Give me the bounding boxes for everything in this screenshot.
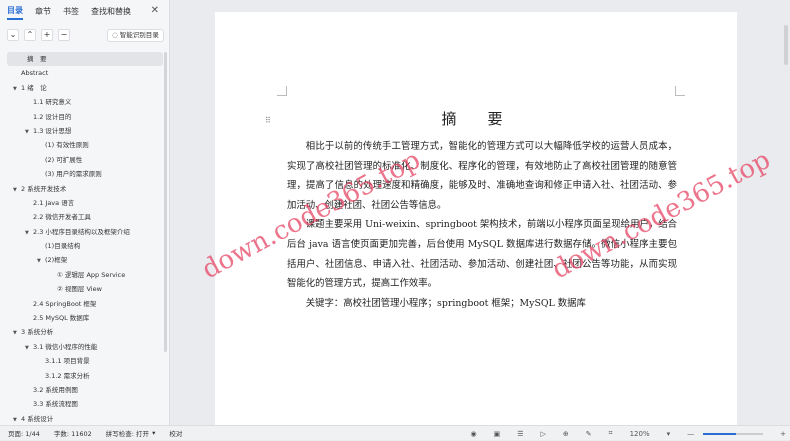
toc-item[interactable]: ▼ 2 系统开发技术 xyxy=(7,182,163,196)
toc-item-label: ① 逻辑层 App Service xyxy=(57,270,126,279)
smart-icon: ◌ xyxy=(112,31,120,39)
caret-down-icon[interactable]: ▼ xyxy=(25,125,33,139)
toc-item-label: 3.3 系统流程图 xyxy=(33,400,78,409)
toc-item-label: 3.1.1 项目背景 xyxy=(45,357,90,366)
caret-down-icon[interactable]: ▼ xyxy=(25,226,33,240)
toc-item[interactable]: ▼ 3 系统分析 xyxy=(7,325,163,339)
toc-item-label: 1.2 设计目的 xyxy=(33,112,72,121)
toc-item[interactable]: (3) 用户的需求原则 xyxy=(7,167,163,181)
toc-item-label: 2.1 Java 语言 xyxy=(33,198,75,207)
remove-button[interactable]: − xyxy=(58,29,70,41)
word-count[interactable]: 字数: 11602 xyxy=(54,428,92,438)
toc-item[interactable]: 2.2 微信开发者工具 xyxy=(7,210,163,224)
tab-find-replace[interactable]: 查找和替换 xyxy=(91,4,131,19)
keywords: 关键字：高校社团管理小程序；springboot 框架；MySQL 数据库 xyxy=(305,297,586,309)
sidebar-tabs: 目录 章节 书签 查找和替换 xyxy=(0,0,169,22)
page-view-icon[interactable]: ▣ xyxy=(494,430,501,438)
toc-item-label: (2)框架 xyxy=(45,256,68,265)
toc-item[interactable]: (2) 可扩展性 xyxy=(7,153,163,167)
outline-view-icon[interactable]: ☰ xyxy=(517,430,523,438)
toc-item[interactable]: 2.5 MySQL 数据库 xyxy=(7,311,163,325)
tab-toc[interactable]: 目录 xyxy=(7,3,23,20)
zoom-in-icon[interactable]: + xyxy=(780,430,786,438)
toc-item-label: 4 系统设计 xyxy=(21,414,54,423)
spell-check[interactable]: 拼写检查: 打开 xyxy=(106,428,149,438)
eye-icon[interactable]: ◉ xyxy=(470,430,476,438)
toc-item[interactable]: 3.2 系统用例图 xyxy=(7,383,163,397)
toc-item[interactable]: (1)目录结构 xyxy=(7,239,163,253)
canvas-gutter xyxy=(170,0,215,425)
toc-sidebar: 目录 章节 书签 查找和替换 ✕ ⌄ ⌃ + − ◌ 智能识别目录 摘 要 Abs… xyxy=(0,0,170,425)
add-button[interactable]: + xyxy=(41,29,53,41)
zoom-slider[interactable] xyxy=(703,432,764,435)
vertical-scrollbar[interactable] xyxy=(784,25,788,65)
toc-item-label: 2.5 MySQL 数据库 xyxy=(33,314,90,323)
toc-item[interactable]: 1.1 研究意义 xyxy=(7,95,163,109)
play-icon[interactable]: ▷ xyxy=(541,430,546,438)
paragraph: 相比于以前的传统手工管理方式，智能化的管理方式可以大幅降低学校的运营人员成本，实… xyxy=(287,141,677,211)
fit-icon[interactable]: ⌗ xyxy=(609,429,613,438)
expand-up-button[interactable]: ⌃ xyxy=(24,29,36,41)
sidebar-scrollbar[interactable] xyxy=(164,52,167,352)
toc-item-label: 1.1 研究意义 xyxy=(33,98,72,107)
collapse-button[interactable]: ⌄ xyxy=(7,29,19,41)
caret-down-icon[interactable]: ▼ xyxy=(37,254,45,268)
toc-item-label: 2.2 微信开发者工具 xyxy=(33,213,91,222)
pen-icon[interactable]: ✎ xyxy=(586,430,592,438)
toc-item-label: (1)目录结构 xyxy=(45,242,81,251)
toc-item[interactable]: 摘 要 xyxy=(7,52,163,67)
toc-item[interactable]: ▼ 3.1 微信小程序的性能 xyxy=(7,340,163,354)
page-count: 页面: 1/44 xyxy=(8,430,40,438)
toc-item[interactable]: (1) 有效性原则 xyxy=(7,138,163,152)
toc-list: 摘 要 Abstract ▼ 1 绪 论 1.1 研究意义 1.2 设计目的 ▼ 1.3 设计… xyxy=(7,52,163,426)
toc-item[interactable]: 2.1 Java 语言 xyxy=(7,196,163,210)
toc-item[interactable]: 3.1.1 项目背景 xyxy=(7,354,163,368)
paragraph: 课题主要采用 Uni-weixin、springboot 架构技术，前端以小程序… xyxy=(287,219,677,290)
caret-down-icon[interactable]: ▼ xyxy=(13,82,21,96)
tab-chapters[interactable]: 章节 xyxy=(35,4,51,19)
tab-bookmarks[interactable]: 书签 xyxy=(63,4,79,19)
page-title: 摘 要 xyxy=(441,110,511,128)
smart-toc-button[interactable]: ◌ 智能识别目录 xyxy=(107,29,164,42)
toc-item-label: 1.3 设计思想 xyxy=(33,126,72,135)
caret-down-icon[interactable]: ▼ xyxy=(13,326,21,340)
chevron-down-icon[interactable]: ▾ xyxy=(152,429,155,437)
caret-down-icon[interactable]: ▼ xyxy=(13,183,21,197)
caret-down-icon[interactable]: ▼ xyxy=(25,341,33,355)
toc-item[interactable]: ① 逻辑层 App Service xyxy=(7,268,163,282)
toc-item-label: Abstract xyxy=(21,69,49,78)
document-page[interactable]: ⠿ 摘 要 相比于以前的传统手工管理方式，智能化的管理方式可以大幅降低学校的运营… xyxy=(215,12,737,425)
status-bar: 页面: 1/44 字数: 11602 拼写检查: 打开 ▾ 校对 ◉ ▣ ☰ ▷ … xyxy=(0,425,790,440)
toc-item-label: (2) 可扩展性 xyxy=(45,155,83,164)
toc-item[interactable]: Abstract xyxy=(7,66,163,80)
web-icon[interactable]: ⊕ xyxy=(563,430,569,438)
toc-item[interactable]: 3.3 系统流程图 xyxy=(7,397,163,411)
toc-item[interactable]: 3.1.2 需求分析 xyxy=(7,369,163,383)
toc-item-label: (3) 用户的需求原则 xyxy=(45,170,102,179)
toc-item-label: 3.1 微信小程序的性能 xyxy=(33,342,98,351)
zoom-level[interactable]: 120% xyxy=(630,430,650,438)
zoom-out-icon[interactable]: — xyxy=(687,430,694,438)
toc-item-label: 2.3 小程序目录结构以及框架介绍 xyxy=(33,227,130,236)
toc-item[interactable]: ▼ 1 绪 论 xyxy=(7,81,163,95)
toc-item-label: 摘 要 xyxy=(27,55,47,63)
proofread-button[interactable]: 校对 xyxy=(169,428,182,438)
close-icon[interactable]: ✕ xyxy=(151,5,159,16)
toc-item[interactable]: ② 视图层 View xyxy=(7,282,163,296)
toc-item[interactable]: 1.2 设计目的 xyxy=(7,110,163,124)
toc-item-label: ② 视图层 View xyxy=(57,285,102,294)
toc-item-label: 3.2 系统用例图 xyxy=(33,385,78,394)
toc-item[interactable]: 2.4 SpringBoot 框架 xyxy=(7,297,163,311)
toc-item-label: 1 绪 论 xyxy=(21,83,47,92)
toc-item[interactable]: ▼ 2.3 小程序目录结构以及框架介绍 xyxy=(7,225,163,239)
toc-item[interactable]: ▼ 1.3 设计思想 xyxy=(7,124,163,138)
toc-item[interactable]: ▼ 4 系统设计 xyxy=(7,412,163,426)
toc-item-label: (1) 有效性原则 xyxy=(45,141,89,150)
toc-item-label: 3 系统分析 xyxy=(21,328,54,337)
zoom-dropdown-icon[interactable]: ▾ xyxy=(667,430,671,438)
toc-item-label: 2.4 SpringBoot 框架 xyxy=(33,299,97,308)
toc-item[interactable]: ▼ (2)框架 xyxy=(7,253,163,267)
toc-item-label: 2 系统开发技术 xyxy=(21,184,67,193)
toc-item-label: 3.1.2 需求分析 xyxy=(45,371,90,380)
